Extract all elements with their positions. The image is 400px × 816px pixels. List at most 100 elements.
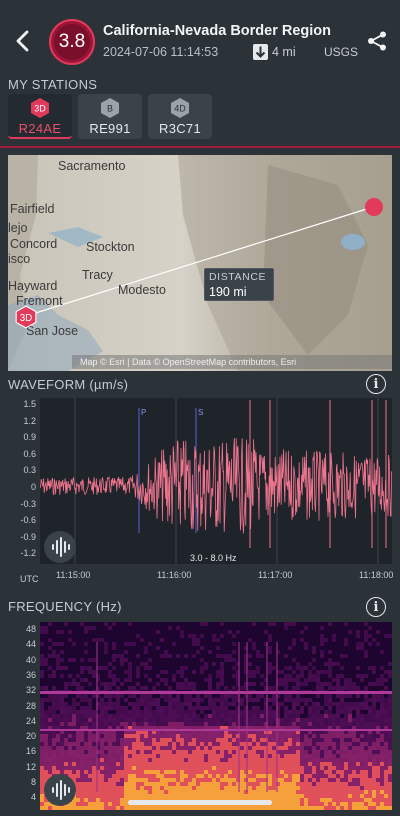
spectrogram-cell bbox=[344, 706, 348, 710]
spectrogram-cell bbox=[304, 702, 308, 706]
spectrogram-cell bbox=[296, 794, 300, 798]
spectrogram-cell bbox=[128, 678, 132, 682]
spectrogram-cell bbox=[88, 658, 92, 662]
spectrogram-cell bbox=[208, 714, 212, 718]
spectrogram-cell bbox=[120, 782, 124, 786]
spectrogram-cell bbox=[260, 762, 264, 766]
spectrogram-cell bbox=[332, 702, 336, 706]
spectrogram-cell bbox=[328, 698, 332, 702]
spectrogram-cell bbox=[368, 718, 372, 722]
spectrogram-cell bbox=[104, 786, 108, 790]
spectrogram-cell bbox=[336, 770, 340, 774]
spectrogram-cell bbox=[196, 762, 200, 766]
spectrogram-cell bbox=[364, 694, 368, 698]
spectrogram-cell bbox=[292, 786, 296, 790]
spectrogram-cell bbox=[352, 770, 356, 774]
spectrogram-cell bbox=[80, 686, 84, 690]
spectrogram-cell bbox=[168, 778, 172, 782]
station-tab-r24ae[interactable]: 3D R24AE bbox=[8, 94, 72, 139]
spectrogram-cell bbox=[316, 770, 320, 774]
frequency-info-icon[interactable]: i bbox=[366, 597, 386, 617]
spectrogram-cell bbox=[196, 750, 200, 754]
waveform-plot[interactable]: PS bbox=[39, 398, 392, 564]
filter-label[interactable]: 3.0 - 8.0 Hz bbox=[188, 553, 239, 563]
station-tab-re991[interactable]: B RE991 bbox=[78, 94, 142, 139]
spectrogram-cell bbox=[136, 770, 140, 774]
spectrogram-cell bbox=[344, 622, 348, 626]
spectrogram-cell bbox=[352, 778, 356, 782]
spectrogram-cell bbox=[268, 746, 272, 750]
station-tab-r3c71[interactable]: 4D R3C71 bbox=[148, 94, 212, 139]
spectrogram-cell bbox=[328, 714, 332, 718]
spectrogram-cell bbox=[200, 782, 204, 786]
spectrogram-cell bbox=[84, 714, 88, 718]
spectrogram-cell bbox=[220, 714, 224, 718]
spectrogram-cell bbox=[132, 710, 136, 714]
spectrogram-cell bbox=[368, 786, 372, 790]
spectrogram-cell bbox=[208, 738, 212, 742]
share-icon[interactable] bbox=[366, 30, 388, 52]
station-marker-icon[interactable]: 3D bbox=[14, 305, 38, 329]
spectrogram-cell bbox=[160, 770, 164, 774]
spectrogram-cell bbox=[272, 786, 276, 790]
epicenter-marker[interactable] bbox=[364, 197, 384, 217]
spectrogram-cell bbox=[324, 782, 328, 786]
spectrogram-cell bbox=[176, 694, 180, 698]
spectrogram-cell bbox=[128, 622, 132, 626]
map-attribution[interactable]: Map © Esri | Data © OpenStreetMap contri… bbox=[72, 355, 392, 369]
spectrogram-cell bbox=[164, 698, 168, 702]
spectrogram-cell bbox=[180, 666, 184, 670]
spectrogram-cell bbox=[236, 630, 240, 634]
spectrogram-cell bbox=[308, 758, 312, 762]
spectrogram-cell bbox=[172, 706, 176, 710]
spectrogram-cell bbox=[336, 734, 340, 738]
spectrogram-cell bbox=[152, 758, 156, 762]
spectrogram-cell bbox=[288, 802, 292, 806]
spectrogram-cell bbox=[360, 738, 364, 742]
spectrogram-cell bbox=[276, 802, 280, 806]
spectrogram-cell bbox=[104, 782, 108, 786]
spectrogram-cell bbox=[384, 758, 388, 762]
spectrogram-cell bbox=[324, 774, 328, 778]
spectrogram-plot[interactable] bbox=[40, 622, 392, 810]
spectrogram-cell bbox=[68, 758, 72, 762]
spectrogram-cell bbox=[168, 742, 172, 746]
spectrogram-cell bbox=[124, 766, 128, 770]
spectrogram-cell bbox=[304, 742, 308, 746]
spectrogram-cell bbox=[344, 770, 348, 774]
spectrogram-cell bbox=[312, 802, 316, 806]
spectrogram-cell bbox=[316, 794, 320, 798]
spectrogram-cell bbox=[232, 714, 236, 718]
spectrogram-audio-button[interactable] bbox=[44, 774, 76, 806]
spectrogram-cell bbox=[200, 722, 204, 726]
spectrogram-cell bbox=[216, 794, 220, 798]
station-map[interactable]: Sacramento Fairfield lejo Concord Stockt… bbox=[8, 155, 392, 371]
spectrogram-cell bbox=[360, 706, 364, 710]
spectrogram-cell bbox=[360, 722, 364, 726]
spectrogram-cell bbox=[284, 786, 288, 790]
spectrogram-cell bbox=[388, 782, 392, 786]
spectrogram-cell bbox=[304, 678, 308, 682]
spectrogram-cell bbox=[120, 742, 124, 746]
spectrogram-cell bbox=[124, 698, 128, 702]
spectrogram-cell bbox=[172, 766, 176, 770]
spectrogram-cell bbox=[336, 710, 340, 714]
waveform-info-icon[interactable]: i bbox=[366, 374, 386, 394]
spectrogram-cell bbox=[164, 722, 168, 726]
spectrogram-cell bbox=[240, 686, 244, 690]
spectrogram-cell bbox=[188, 778, 192, 782]
spectrogram-cell bbox=[336, 742, 340, 746]
spectrogram-cell bbox=[180, 794, 184, 798]
spectrogram-cell bbox=[256, 766, 260, 770]
spectrogram-cell bbox=[324, 694, 328, 698]
waveform-audio-button[interactable] bbox=[44, 531, 76, 563]
spectrogram-cell bbox=[212, 714, 216, 718]
spectrogram-cell bbox=[112, 786, 116, 790]
spectrogram-cell bbox=[108, 734, 112, 738]
spectrogram-cell bbox=[204, 714, 208, 718]
spectrogram-cell bbox=[304, 758, 308, 762]
back-arrow-icon[interactable] bbox=[12, 28, 34, 54]
spectrogram-cell bbox=[356, 778, 360, 782]
spectrogram-cell bbox=[292, 774, 296, 778]
spectrogram-cell bbox=[76, 770, 80, 774]
